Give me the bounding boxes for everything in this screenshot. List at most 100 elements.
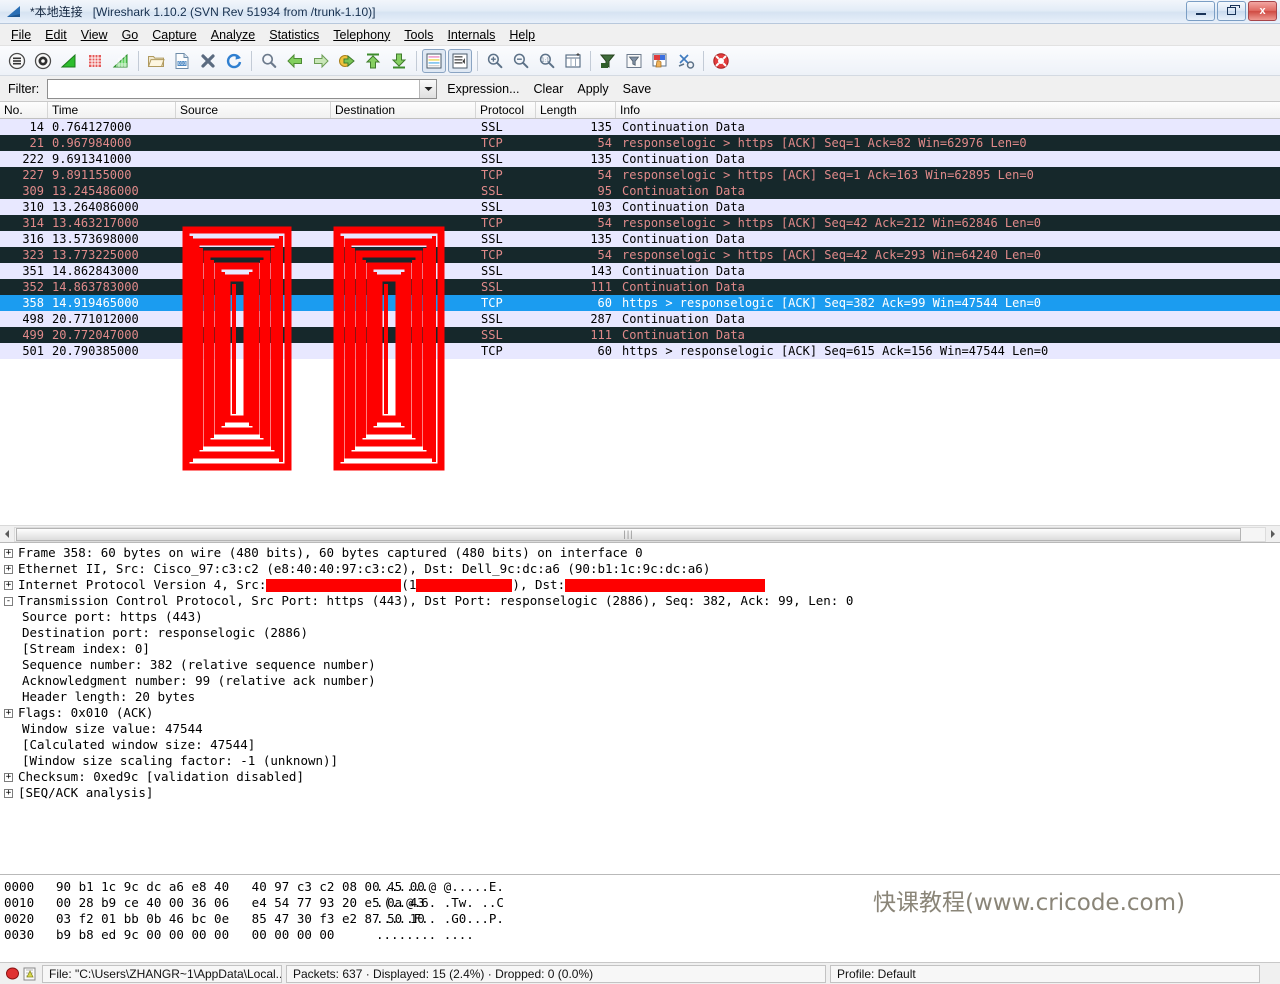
capture-options-icon[interactable] xyxy=(31,49,55,73)
save-filter-button[interactable]: Save xyxy=(623,82,652,96)
expand-icon[interactable]: + xyxy=(4,564,13,574)
display-filters-icon[interactable] xyxy=(622,49,646,73)
status-file-cell[interactable]: File: "C:\Users\ZHANGR~1\AppData\Local..… xyxy=(42,964,282,983)
apply-filter-button[interactable]: Apply xyxy=(577,82,608,96)
menu-help[interactable]: Help xyxy=(502,26,542,44)
detail-line[interactable]: + Checksum: 0xed9c [validation disabled] xyxy=(4,769,1280,785)
expand-icon[interactable]: + xyxy=(4,788,13,798)
expand-icon[interactable]: + xyxy=(4,772,13,782)
menu-statistics[interactable]: Statistics xyxy=(262,26,326,44)
column-header-length[interactable]: Length xyxy=(536,102,616,118)
packet-row[interactable]: 227 9.891155000 TCP 54 responselogic > https… xyxy=(0,167,1280,183)
detail-line[interactable]: [Stream index: 0] xyxy=(4,641,1280,657)
menu-capture[interactable]: Capture xyxy=(145,26,203,44)
menu-go[interactable]: Go xyxy=(115,26,146,44)
hscroll-left-arrow[interactable] xyxy=(0,527,14,542)
menu-analyze[interactable]: Analyze xyxy=(204,26,262,44)
column-header-info[interactable]: Info xyxy=(616,102,1280,118)
capture-filters-icon[interactable] xyxy=(596,49,620,73)
packet-list-hscrollbar[interactable]: ||| xyxy=(0,525,1280,542)
menu-telephony[interactable]: Telephony xyxy=(326,26,397,44)
packet-row[interactable]: 352 14.863783000 SSL 111 Continuation Data xyxy=(0,279,1280,295)
capture-status-icon[interactable] xyxy=(6,967,19,980)
menu-file[interactable]: File xyxy=(4,26,38,44)
hscroll-thumb[interactable]: ||| xyxy=(16,527,1241,541)
coloring-rules-icon[interactable] xyxy=(648,49,672,73)
interfaces-icon[interactable] xyxy=(5,49,29,73)
packet-row[interactable]: 316 13.573698000 SSL 135 Continuation Data xyxy=(0,231,1280,247)
status-profile-cell[interactable]: Profile: Default xyxy=(830,964,1260,983)
detail-line[interactable]: Source port: https (443) xyxy=(4,609,1280,625)
clear-filter-button[interactable]: Clear xyxy=(534,82,564,96)
maximize-button[interactable] xyxy=(1217,1,1246,21)
zoom-out-icon[interactable] xyxy=(509,49,533,73)
close-button[interactable]: x xyxy=(1248,1,1277,21)
packet-bytes-pane[interactable]: 0000 90 b1 1c 9c dc a6 e8 40 40 97 c3 c2 … xyxy=(0,874,1280,962)
packet-row[interactable]: 14 0.764127000 SSL 135 Continuation Data xyxy=(0,119,1280,135)
column-header-destination[interactable]: Destination xyxy=(331,102,476,118)
go-back-icon[interactable] xyxy=(283,49,307,73)
detail-line[interactable]: + Ethernet II, Src: Cisco_97:c3:c2 (e8:40… xyxy=(4,561,1280,577)
close-file-icon[interactable] xyxy=(196,49,220,73)
packet-row[interactable]: 358 14.919465000 TCP 60 https > responselogi… xyxy=(0,295,1280,311)
packet-list-pane[interactable]: No. Time Source Destination Protocol Len… xyxy=(0,102,1280,525)
hscroll-right-arrow[interactable] xyxy=(1266,527,1280,542)
go-forward-icon[interactable] xyxy=(309,49,333,73)
detail-line[interactable]: Window size value: 47544 xyxy=(4,721,1280,737)
detail-line[interactable]: + Frame 358: 60 bytes on wire (480 bits),… xyxy=(4,545,1280,561)
start-capture-icon[interactable] xyxy=(57,49,81,73)
colorize-icon[interactable] xyxy=(422,48,446,73)
go-to-packet-icon[interactable] xyxy=(335,49,359,73)
packet-details-pane[interactable]: + Frame 358: 60 bytes on wire (480 bits),… xyxy=(0,542,1280,874)
go-first-packet-icon[interactable] xyxy=(361,49,385,73)
stop-capture-icon[interactable] xyxy=(83,49,107,73)
resize-columns-icon[interactable] xyxy=(561,49,585,73)
open-file-icon[interactable] xyxy=(144,49,168,73)
detail-line[interactable]: Destination port: responselogic (2886) xyxy=(4,625,1280,641)
filter-input[interactable] xyxy=(48,79,420,98)
expression-button[interactable]: Expression... xyxy=(447,82,519,96)
packet-row[interactable]: 310 13.264086000 SSL 103 Continuation Data xyxy=(0,199,1280,215)
expand-icon[interactable]: + xyxy=(4,548,13,558)
menu-view[interactable]: View xyxy=(74,26,115,44)
filter-dropdown-button[interactable] xyxy=(419,79,437,98)
detail-line[interactable]: + Flags: 0x010 (ACK) xyxy=(4,705,1280,721)
packet-row[interactable]: 351 14.862843000 SSL 143 Continuation Data xyxy=(0,263,1280,279)
reload-icon[interactable] xyxy=(222,49,246,73)
minimize-button[interactable] xyxy=(1186,1,1215,21)
expand-icon[interactable]: + xyxy=(4,708,13,718)
packet-row[interactable]: 323 13.773225000 TCP 54 responselogic > http… xyxy=(0,247,1280,263)
zoom-in-icon[interactable] xyxy=(483,49,507,73)
expand-icon[interactable]: + xyxy=(4,580,13,590)
packet-row[interactable]: 501 20.790385000 TCP 60 https > responselogi… xyxy=(0,343,1280,359)
hex-dump-line[interactable]: 0030 b9 b8 ed 9c 00 00 00 00 00 00 00 00.… xyxy=(4,927,1280,943)
help-icon[interactable] xyxy=(709,49,733,73)
filter-input-wrapper[interactable] xyxy=(47,78,438,99)
preferences-icon[interactable] xyxy=(674,49,698,73)
detail-line[interactable]: Acknowledgment number: 99 (relative ack … xyxy=(4,673,1280,689)
packet-row[interactable]: 498 20.771012000 SSL 287 Continuation Data xyxy=(0,311,1280,327)
save-file-icon[interactable]: 010 xyxy=(170,49,194,73)
detail-line[interactable]: [Calculated window size: 47544] xyxy=(4,737,1280,753)
collapse-icon[interactable]: - xyxy=(4,596,13,606)
menu-internals[interactable]: Internals xyxy=(440,26,502,44)
packet-row[interactable]: 314 13.463217000 TCP 54 responselogic > http… xyxy=(0,215,1280,231)
menu-edit[interactable]: Edit xyxy=(38,26,74,44)
column-header-source[interactable]: Source xyxy=(176,102,331,118)
detail-line[interactable]: [Window size scaling factor: -1 (unknown… xyxy=(4,753,1280,769)
detail-line[interactable]: + [SEQ/ACK analysis] xyxy=(4,785,1280,801)
detail-line[interactable]: + Internet Protocol Version 4, Src: (1), … xyxy=(4,577,1280,593)
find-packet-icon[interactable] xyxy=(257,49,281,73)
packet-row[interactable]: 499 20.772047000 SSL 111 Continuation Data xyxy=(0,327,1280,343)
menu-tools[interactable]: Tools xyxy=(397,26,440,44)
zoom-reset-icon[interactable]: 1:1 xyxy=(535,49,559,73)
go-last-packet-icon[interactable] xyxy=(387,49,411,73)
detail-line[interactable]: - Transmission Control Protocol, Src Port… xyxy=(4,593,1280,609)
packet-row[interactable]: 309 13.245486000 SSL 95 Continuation Data xyxy=(0,183,1280,199)
packet-row[interactable]: 222 9.691341000 SSL 135 Continuation Data xyxy=(0,151,1280,167)
hscroll-track[interactable]: ||| xyxy=(14,526,1266,542)
restart-capture-icon[interactable] xyxy=(109,49,133,73)
packet-row[interactable]: 21 0.967984000 TCP 54 responselogic > https … xyxy=(0,135,1280,151)
column-header-time[interactable]: Time xyxy=(48,102,176,118)
column-header-no[interactable]: No. xyxy=(0,102,48,118)
